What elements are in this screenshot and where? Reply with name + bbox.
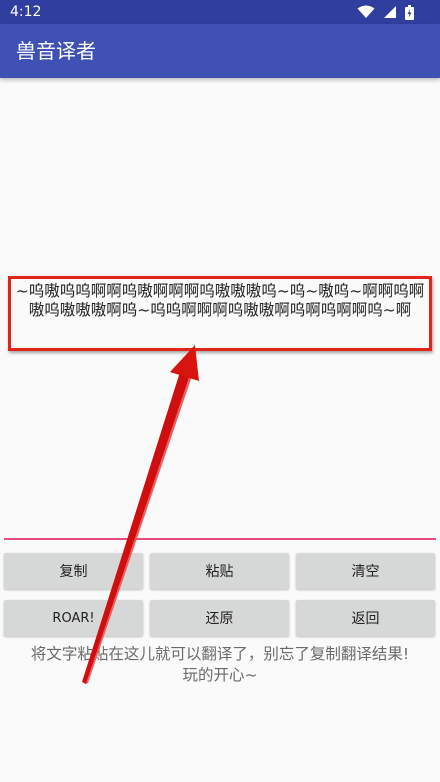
hint-line-1: 将文字粘贴在这儿就可以翻译了，别忘了复制翻译结果! [30, 645, 410, 663]
status-icons [357, 4, 414, 20]
annotation-highlight-box [8, 276, 432, 351]
copy-button[interactable]: 复制 [4, 553, 143, 589]
back-button[interactable]: 返回 [296, 600, 435, 636]
hint-text: 将文字粘贴在这儿就可以翻译了，别忘了复制翻译结果! 玩的开心~ [0, 644, 440, 686]
status-time: 4:12 [10, 4, 42, 20]
roar-button[interactable]: ROAR! [4, 600, 143, 636]
text-input-field[interactable] [4, 538, 436, 540]
restore-button[interactable]: 还原 [150, 600, 289, 636]
app-bar: 兽音译者 [0, 24, 440, 78]
wifi-icon [357, 5, 375, 19]
clear-button[interactable]: 清空 [296, 553, 435, 589]
signal-icon [383, 5, 397, 19]
paste-button[interactable]: 粘贴 [150, 553, 289, 589]
battery-icon [405, 4, 414, 20]
status-bar: 4:12 [0, 0, 440, 24]
hint-line-2: 玩的开心~ [182, 666, 258, 684]
app-title: 兽音译者 [16, 39, 96, 63]
